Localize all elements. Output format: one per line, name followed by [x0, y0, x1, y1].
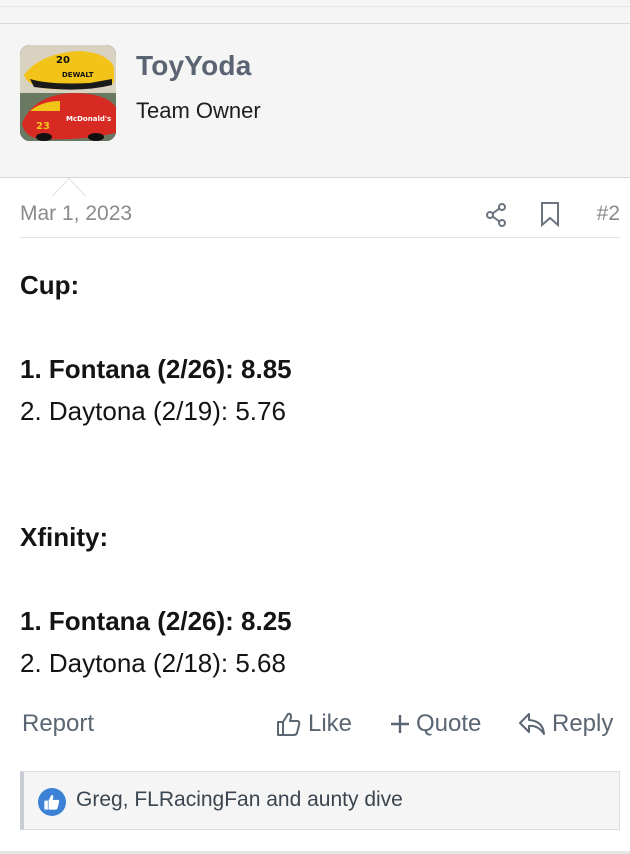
report-button[interactable]: Report [22, 710, 94, 738]
reply-arrow-icon [518, 711, 546, 737]
thumbs-up-icon [276, 711, 302, 737]
like-button[interactable]: Like [276, 710, 352, 738]
post-line: 1. Fontana (2/26): 8.85 [20, 354, 292, 384]
like-label: Like [308, 710, 353, 737]
reactions-bar[interactable]: Greg, FLRacingFan and aunty dive [20, 771, 620, 830]
username[interactable]: ToyYoda [136, 50, 251, 82]
user-block-pointer [52, 178, 86, 196]
post-header: Mar 1, 2023 #2 [20, 200, 620, 238]
share-icon[interactable] [484, 202, 508, 228]
svg-text:DEWALT: DEWALT [62, 71, 94, 79]
reply-label: Reply [552, 710, 614, 737]
user-title: Team Owner [136, 98, 261, 123]
post-line [20, 474, 620, 516]
post-line: Xfinity: [20, 522, 109, 552]
quote-label: Quote [416, 710, 482, 737]
post-date[interactable]: Mar 1, 2023 [20, 202, 132, 226]
plus-icon [390, 714, 410, 734]
post-actions-bar: Report Like Quote Reply [20, 706, 620, 748]
quote-button[interactable]: Quote [390, 710, 481, 738]
svg-text:20: 20 [56, 55, 70, 66]
post-line: 2. Daytona (2/18): 5.68 [20, 648, 286, 678]
user-avatar[interactable]: 20 DEWALT McDonald's 23 [20, 45, 116, 141]
top-separator [0, 0, 630, 24]
report-label: Report [22, 710, 95, 737]
post-body: Cup: 1. Fontana (2/26): 8.85 2. Daytona … [20, 264, 620, 684]
svg-text:23: 23 [36, 121, 50, 132]
post-number-link[interactable]: #2 [597, 202, 620, 226]
bookmark-icon[interactable] [539, 201, 561, 228]
post-line: 2. Daytona (2/19): 5.76 [20, 396, 286, 426]
post-line [20, 432, 620, 474]
post-line: 1. Fontana (2/26): 8.25 [20, 606, 292, 636]
reply-button[interactable]: Reply [518, 710, 613, 738]
svg-text:McDonald's: McDonald's [66, 115, 111, 123]
post-line [20, 558, 620, 600]
post-line [20, 306, 620, 348]
post-line: Cup: [20, 270, 80, 300]
reactions-users[interactable]: Greg, FLRacingFan and aunty dive [76, 788, 403, 812]
like-reaction-icon [38, 788, 66, 816]
user-info-block: 20 DEWALT McDonald's 23 ToyYoda Team Own… [0, 24, 630, 196]
